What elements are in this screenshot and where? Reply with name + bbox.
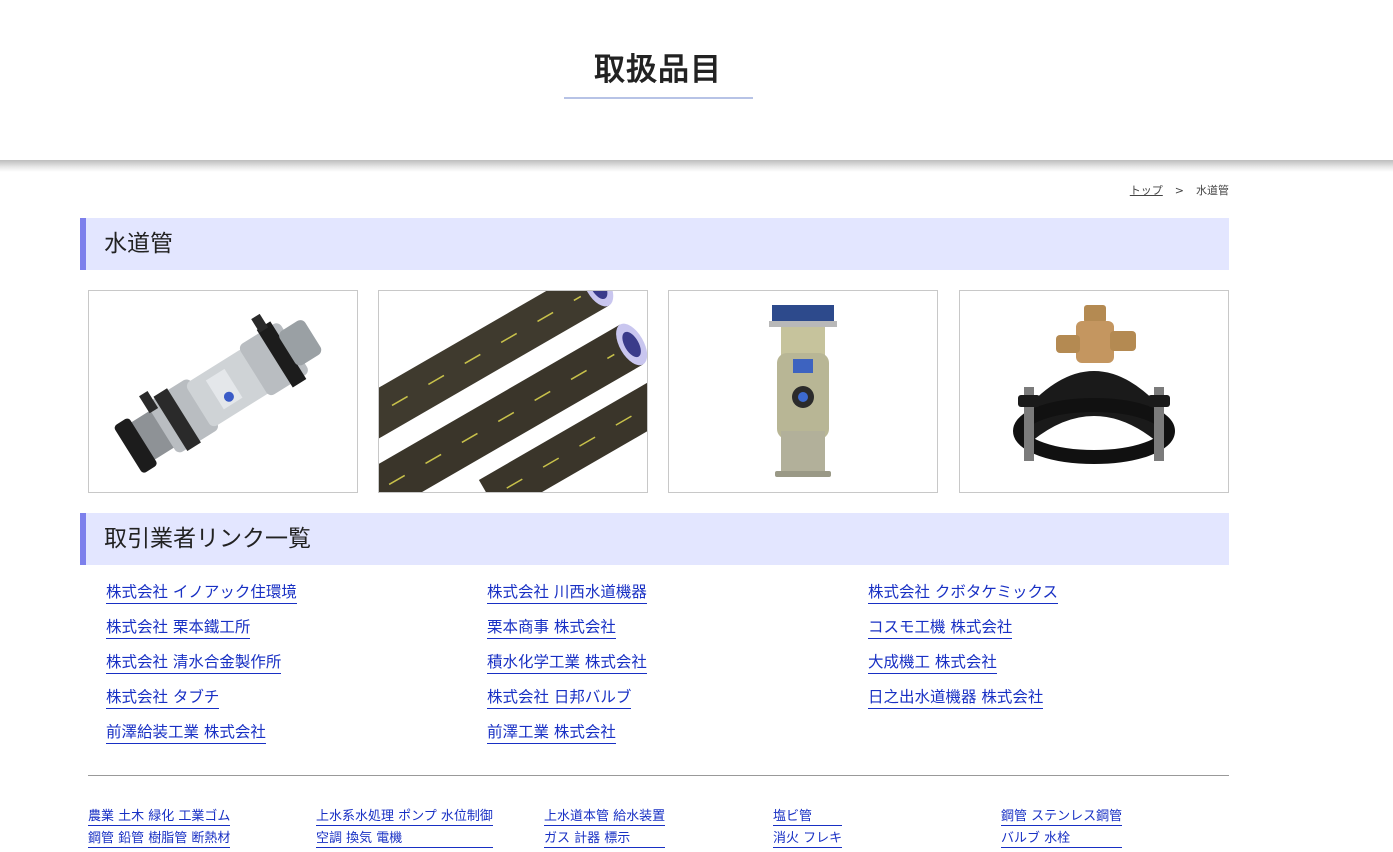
footer-category-link[interactable]: 塩ビ管 bbox=[773, 808, 843, 826]
supplier-link[interactable]: 株式会社 川西水道機器 bbox=[487, 582, 647, 604]
coupling-joint-image bbox=[114, 313, 322, 473]
supplier-link[interactable]: 株式会社 イノアック住環境 bbox=[106, 582, 297, 604]
supplier-link[interactable]: 株式会社 タブチ bbox=[106, 687, 220, 709]
section-heading-suppliers: 取引業者リンク一覧 bbox=[80, 513, 1229, 565]
breadcrumb-separator: > bbox=[1174, 183, 1184, 197]
footer-category-link[interactable]: 上水系水処理 ポンプ 水位制御 bbox=[316, 808, 493, 826]
supplier-link[interactable]: 株式会社 クボタケミックス bbox=[868, 582, 1058, 604]
saddle-valve-image bbox=[1013, 305, 1175, 464]
product-card-pipes[interactable] bbox=[378, 290, 648, 493]
supplier-link[interactable]: 株式会社 清水合金製作所 bbox=[106, 652, 282, 674]
supplier-link[interactable]: 栗本商事 株式会社 bbox=[487, 617, 616, 639]
supplier-link[interactable]: コスモ工機 株式会社 bbox=[868, 617, 1013, 639]
supplier-link[interactable]: 株式会社 栗本鐵工所 bbox=[106, 617, 251, 639]
footer-category-link[interactable]: 鋼管 ステンレス鋼管 bbox=[1001, 808, 1123, 826]
supplier-link[interactable]: 株式会社 日邦バルブ bbox=[487, 687, 632, 709]
page-title: 取扱品目 bbox=[594, 52, 722, 88]
supplier-link[interactable]: 前澤給装工業 株式会社 bbox=[106, 722, 266, 744]
product-card-meter-unit[interactable] bbox=[668, 290, 938, 493]
footer-category-link[interactable]: ガス 計器 標示 bbox=[544, 830, 666, 848]
footer-category-link[interactable]: 消火 フレキ bbox=[773, 830, 843, 848]
breadcrumb-current: 水道管 bbox=[1196, 184, 1229, 197]
supplier-link[interactable]: 大成機工 株式会社 bbox=[868, 652, 997, 674]
hero-shadow bbox=[0, 160, 1393, 172]
title-underline bbox=[564, 97, 753, 99]
breadcrumb-home-link[interactable]: トップ bbox=[1130, 182, 1163, 198]
product-card-coupling[interactable] bbox=[88, 290, 358, 493]
footer-category-link[interactable]: バルブ 水栓 bbox=[1001, 830, 1123, 848]
product-card-saddle-valve[interactable] bbox=[959, 290, 1229, 493]
footer-category-link[interactable]: 農業 土木 緑化 工業ゴム bbox=[88, 808, 231, 826]
supplier-link[interactable]: 前澤工業 株式会社 bbox=[487, 722, 616, 744]
breadcrumb: トップ > 水道管 bbox=[1130, 182, 1229, 198]
solar-meter-unit-image bbox=[769, 305, 837, 477]
footer-category-link[interactable]: 上水道本管 給水装置 bbox=[544, 808, 666, 826]
footer-category-link[interactable]: 空調 換気 電機 bbox=[316, 830, 493, 848]
supplier-link-list: 株式会社 イノアック住環境 株式会社 川西水道機器 株式会社 クボタケミックス … bbox=[106, 582, 1256, 744]
page-hero: 取扱品目 bbox=[0, 0, 1393, 160]
supplier-link[interactable]: 日之出水道機器 株式会社 bbox=[868, 687, 1044, 709]
supplier-link[interactable]: 積水化学工業 株式会社 bbox=[487, 652, 647, 674]
section-heading-products: 水道管 bbox=[80, 218, 1229, 270]
footer-divider bbox=[88, 775, 1229, 776]
footer-category-link[interactable]: 鋼管 鉛管 樹脂管 断熱材 bbox=[88, 830, 231, 848]
polyethylene-pipes-image bbox=[379, 291, 647, 492]
